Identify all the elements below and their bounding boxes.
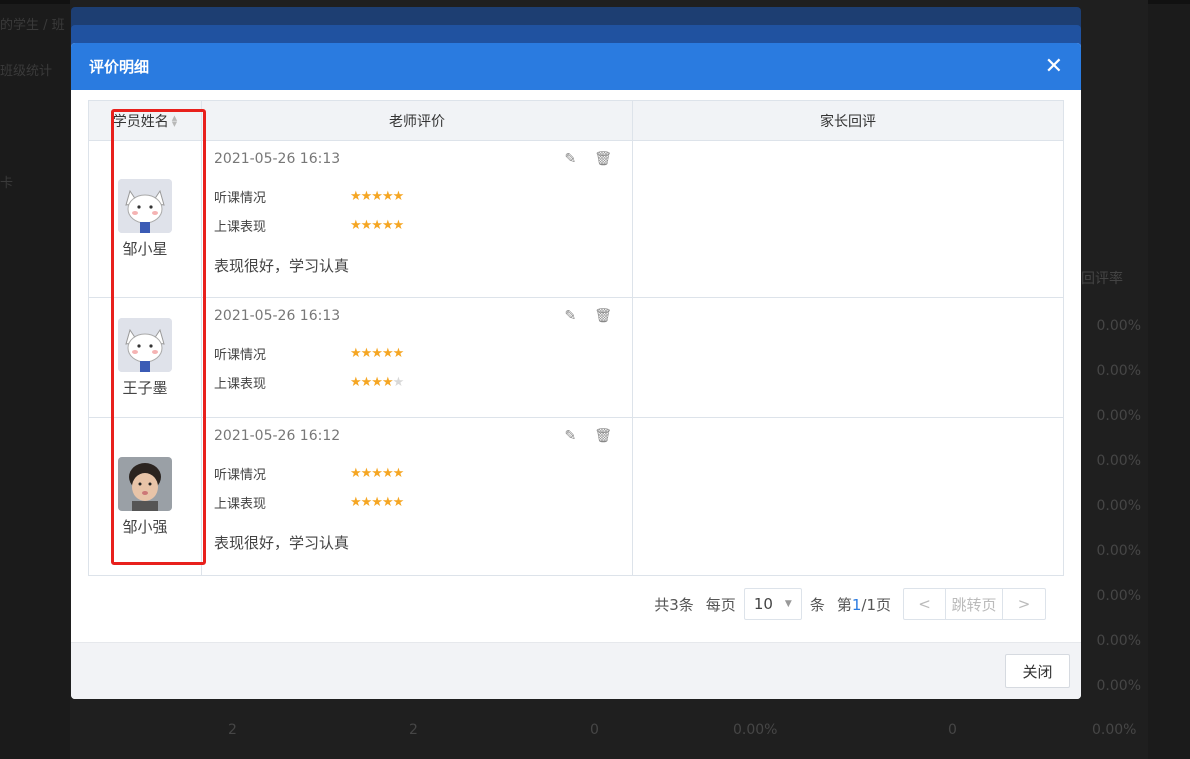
parent-reply-cell (633, 418, 1063, 575)
table-header: 学员姓名 ▲ ▼ 老师评价 家长回评 (89, 101, 1063, 141)
page-prefix: 第 (836, 595, 852, 614)
prev-page-button[interactable]: < (904, 589, 946, 619)
delete-icon[interactable]: 🗑 (594, 428, 612, 444)
dialog-title: 评价明细 (89, 58, 150, 76)
rating-stars: ★★★★★ (350, 466, 404, 481)
background-cell: 0.00% (733, 722, 778, 738)
background-rate-cell: 0.00% (1096, 543, 1141, 559)
rating-stars: ★★★★★ (350, 346, 404, 361)
background-rate-cell: 0.00% (1096, 318, 1141, 334)
per-page-label: 每页 (705, 595, 736, 614)
background-cell: 0 (948, 722, 957, 738)
column-header-parent: 家长回评 (820, 113, 876, 130)
highlight-box (111, 109, 206, 565)
background-rate-cell: 0.00% (1096, 453, 1141, 469)
criterion-label: 上课表现 (214, 220, 267, 235)
background-rate-cell: 0.00% (1096, 633, 1141, 649)
page-indicator: 第1/1页 (837, 594, 891, 615)
background-text: 卡 (0, 176, 14, 191)
background-cell: 2 (409, 722, 418, 738)
total-count: 共3条 (654, 595, 694, 614)
pager-buttons: < 跳转页 > (903, 588, 1046, 620)
delete-icon[interactable]: 🗑 (594, 308, 612, 324)
delete-icon[interactable]: 🗑 (594, 151, 612, 167)
rating-stars: ★★★★★ (350, 218, 404, 233)
table-row: 邹小星 2021-05-26 16:13 ✎ 🗑 听课情况 ★★★★★ 上课表现… (89, 141, 1063, 298)
pagination: 共3条 每页 10 ▼ 条 第1/1页 < 跳转页 > (646, 588, 1046, 620)
teacher-evaluation-cell: 2021-05-26 16:13 ✎ 🗑 听课情况 ★★★★★ 上课表现 ★★★… (202, 298, 633, 417)
evaluation-time: 2021-05-26 16:13 (214, 151, 341, 167)
edit-icon[interactable]: ✎ (564, 428, 576, 444)
teacher-evaluation-cell: 2021-05-26 16:12 ✎ 🗑 听课情况 ★★★★★ 上课表现 ★★★… (202, 418, 633, 575)
edit-icon[interactable]: ✎ (564, 151, 576, 167)
current-page: 1 (851, 595, 862, 614)
background-breadcrumb: 的学生 / 班 (0, 18, 65, 33)
criterion-label: 听课情况 (214, 191, 267, 206)
evaluation-time: 2021-05-26 16:12 (214, 428, 341, 444)
background-rate-cell: 0.00% (1096, 408, 1141, 424)
edit-icon[interactable]: ✎ (564, 308, 576, 324)
evaluation-comment: 表现很好，学习认真 (214, 534, 350, 552)
teacher-evaluation-cell: 2021-05-26 16:13 ✎ 🗑 听课情况 ★★★★★ 上课表现 ★★★… (202, 141, 633, 297)
dialog-footer: 关闭 (71, 642, 1081, 699)
parent-reply-cell (633, 141, 1063, 297)
background-rate-cell: 0.00% (1096, 363, 1141, 379)
evaluation-detail-dialog: 评价明细 ✕ 学员姓名 ▲ ▼ 老师评价 家长回评 邹小星 2021-05-26… (71, 43, 1081, 699)
criterion-label: 听课情况 (214, 348, 267, 363)
evaluation-comment: 表现很好，学习认真 (214, 257, 350, 275)
background-cell: 2 (228, 722, 237, 738)
page-size-select[interactable]: 10 ▼ (743, 588, 802, 620)
page-size-unit: 条 (809, 595, 825, 614)
page-suffix: /1页 (861, 595, 891, 614)
background-rate-cell: 0.00% (1096, 498, 1141, 514)
chevron-down-icon: ▼ (784, 599, 792, 609)
parent-reply-cell (633, 298, 1063, 417)
background-rate-cell: 0.00% (1096, 678, 1141, 694)
table-row: 邹小强 2021-05-26 16:12 ✎ 🗑 听课情况 ★★★★★ 上课表现… (89, 418, 1063, 575)
background-column-header: 回评率 (1081, 271, 1123, 287)
page-size-value: 10 (753, 595, 773, 613)
table-row: 王子墨 2021-05-26 16:13 ✎ 🗑 听课情况 ★★★★★ 上课表现… (89, 298, 1063, 418)
background-cell: 0.00% (1092, 722, 1137, 738)
evaluation-table: 学员姓名 ▲ ▼ 老师评价 家长回评 邹小星 2021-05-26 16:13 … (88, 100, 1064, 576)
rating-stars: ★★★★★ (350, 495, 404, 510)
close-icon[interactable]: ✕ (1045, 55, 1063, 78)
column-header-teacher: 老师评价 (202, 101, 633, 140)
dialog-header: 评价明细 ✕ (71, 43, 1081, 90)
criterion-label: 听课情况 (214, 468, 267, 483)
criterion-label: 上课表现 (214, 497, 267, 512)
next-page-button[interactable]: > (1003, 589, 1045, 619)
close-button[interactable]: 关闭 (1005, 654, 1070, 688)
criterion-label: 上课表现 (214, 377, 267, 392)
rating-stars: ★★★★★ (350, 189, 404, 204)
jump-page-button[interactable]: 跳转页 (946, 589, 1003, 619)
background-rate-cell: 0.00% (1096, 588, 1141, 604)
rating-stars: ★★★★★ (350, 375, 404, 390)
background-cell: 0 (590, 722, 599, 738)
background-subtitle: 班级统计 (0, 64, 53, 79)
evaluation-time: 2021-05-26 16:13 (214, 308, 341, 324)
